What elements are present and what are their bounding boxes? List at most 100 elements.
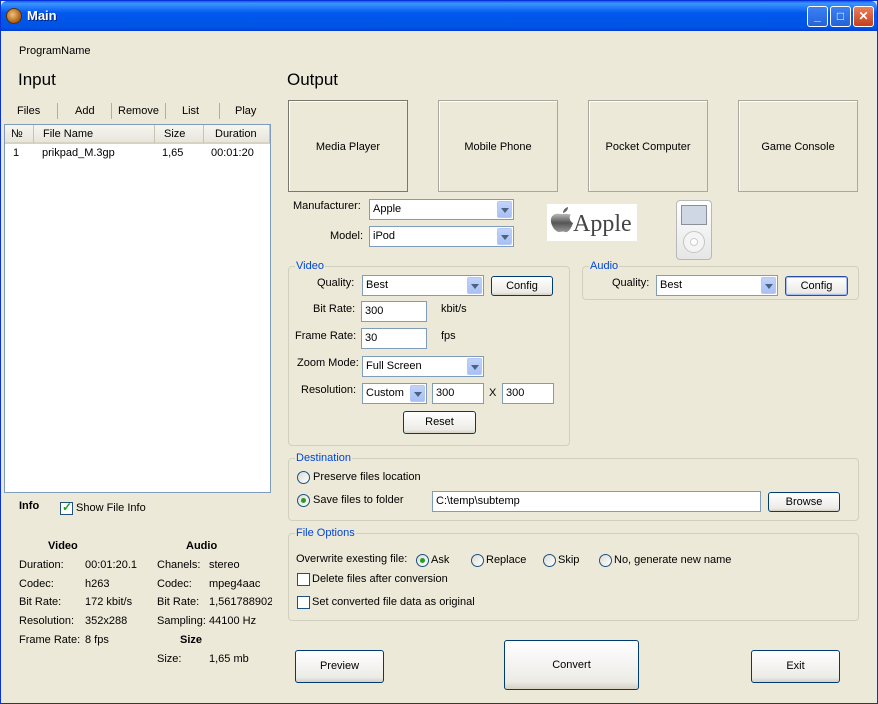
maximize-button[interactable]: □ <box>830 6 851 27</box>
audio-quality-label: Quality: <box>612 277 650 289</box>
set-converted-as-original-checkbox[interactable] <box>297 596 310 609</box>
delete-after-conversion-checkbox[interactable] <box>297 573 310 586</box>
chevron-down-icon[interactable] <box>497 201 512 218</box>
framerate-input[interactable]: 30 <box>361 328 427 349</box>
audio-sampling-label: Sampling: <box>157 615 206 627</box>
column-header-size[interactable]: Size <box>155 125 204 144</box>
apple-icon: Apple <box>550 207 632 237</box>
apple-logo: Apple <box>547 204 637 241</box>
info-size-heading: Size <box>180 634 203 646</box>
set-converted-as-original-label[interactable]: Set converted file data as original <box>312 596 475 608</box>
manufacturer-value: Apple <box>373 203 402 215</box>
audio-sampling-value: 44100 Hz <box>209 615 257 627</box>
audio-quality-value: Best <box>660 279 683 291</box>
bitrate-label: Bit Rate: <box>313 303 356 315</box>
mobile-phone-button[interactable]: Mobile Phone <box>438 100 558 192</box>
play-button[interactable]: Play <box>235 105 256 117</box>
main-window: Main _ □ ✕ ProgramName Input Files Add R… <box>0 0 878 704</box>
overwrite-replace-radio[interactable] <box>471 554 484 567</box>
remove-button[interactable]: Remove <box>118 105 159 117</box>
output-heading: Output <box>287 70 339 89</box>
audio-config-button[interactable]: Config <box>785 276 848 296</box>
manufacturer-select[interactable]: Apple <box>369 199 514 220</box>
video-group-title: Video <box>295 260 325 272</box>
folder-path-input[interactable]: C:\temp\subtemp <box>432 491 761 512</box>
video-quality-select[interactable]: Best <box>362 275 484 296</box>
resolution-height-input[interactable]: 300 <box>502 383 554 404</box>
toolbar-divider <box>219 103 220 119</box>
overwrite-replace-label[interactable]: Replace <box>486 554 526 566</box>
exit-button[interactable]: Exit <box>751 650 840 683</box>
save-to-folder-label[interactable]: Save files to folder <box>313 494 404 506</box>
delete-after-conversion-label[interactable]: Delete files after conversion <box>312 573 448 585</box>
toolbar-divider <box>111 103 112 119</box>
chevron-down-icon[interactable] <box>467 358 482 375</box>
add-button[interactable]: Add <box>75 105 95 117</box>
preserve-location-radio[interactable] <box>297 471 310 484</box>
video-codec-value: h263 <box>85 578 110 590</box>
game-console-button[interactable]: Game Console <box>738 100 858 192</box>
overwrite-ask-radio[interactable] <box>416 554 429 567</box>
show-file-info-checkbox[interactable] <box>60 500 73 515</box>
model-label: Model: <box>330 230 364 242</box>
zoom-mode-select[interactable]: Full Screen <box>362 356 484 377</box>
resolution-mode-value: Custom <box>366 387 404 399</box>
row-file-name: prikpad_M.3gp <box>42 147 115 159</box>
info-video-heading: Video <box>48 540 78 552</box>
browse-button[interactable]: Browse <box>768 492 840 512</box>
preserve-location-label[interactable]: Preserve files location <box>313 471 421 483</box>
title-bar[interactable]: Main _ □ ✕ <box>1 1 877 31</box>
video-framerate-value: 8 fps <box>85 634 109 646</box>
model-select[interactable]: iPod <box>369 226 514 247</box>
chevron-down-icon[interactable] <box>467 277 482 294</box>
audio-bitrate-label: Bit Rate: <box>157 596 200 608</box>
zoom-mode-label: Zoom Mode: <box>297 357 359 369</box>
toolbar-divider <box>165 103 166 119</box>
app-icon <box>6 8 22 24</box>
overwrite-generate-name-radio[interactable] <box>599 554 612 567</box>
chevron-down-icon[interactable] <box>761 277 776 294</box>
overwrite-skip-radio[interactable] <box>543 554 556 567</box>
column-header-file-name[interactable]: File Name <box>34 125 155 144</box>
row-size: 1,65 <box>162 147 184 159</box>
resolution-width-input[interactable]: 300 <box>432 383 484 404</box>
bitrate-input[interactable]: 300 <box>361 301 427 322</box>
program-name: ProgramName <box>19 45 91 57</box>
list-button[interactable]: List <box>182 105 199 117</box>
video-config-button[interactable]: Config <box>491 276 553 296</box>
files-menu[interactable]: Files <box>17 105 40 117</box>
save-to-folder-radio[interactable] <box>297 494 310 507</box>
window-title: Main <box>27 8 57 23</box>
overwrite-generate-name-label[interactable]: No, generate new name <box>614 554 731 566</box>
video-framerate-label: Frame Rate: <box>19 634 81 646</box>
reset-button[interactable]: Reset <box>403 411 476 434</box>
video-duration-label: Duration: <box>19 559 64 571</box>
video-bitrate-label: Bit Rate: <box>19 596 62 608</box>
resolution-mode-select[interactable]: Custom <box>362 383 427 404</box>
close-button[interactable]: ✕ <box>853 6 874 27</box>
file-list[interactable]: № File Name Size Duration 1 prikpad_M.3g… <box>4 124 271 493</box>
ipod-center-button <box>690 238 698 246</box>
audio-quality-select[interactable]: Best <box>656 275 778 296</box>
column-header-duration[interactable]: Duration <box>204 125 270 144</box>
resolution-x-label: X <box>489 387 497 399</box>
audio-group-title: Audio <box>589 260 620 272</box>
zoom-mode-value: Full Screen <box>366 360 422 372</box>
chevron-down-icon[interactable] <box>497 228 512 245</box>
minimize-button[interactable]: _ <box>807 6 828 27</box>
show-file-info-label[interactable]: Show File Info <box>76 502 146 514</box>
audio-channels-label: Chanels: <box>157 559 201 571</box>
overwrite-ask-label[interactable]: Ask <box>431 554 449 566</box>
convert-button[interactable]: Convert <box>504 640 639 690</box>
chevron-down-icon[interactable] <box>410 385 425 402</box>
video-quality-value: Best <box>366 279 389 291</box>
audio-bitrate-value: 1,561788902 <box>209 596 272 608</box>
column-header-number[interactable]: № <box>5 125 34 144</box>
info-audio-heading: Audio <box>186 540 218 552</box>
media-player-button[interactable]: Media Player <box>288 100 408 192</box>
overwrite-skip-label[interactable]: Skip <box>558 554 579 566</box>
video-quality-label: Quality: <box>317 277 355 289</box>
preview-button[interactable]: Preview <box>295 650 384 683</box>
destination-group-title: Destination <box>295 452 353 464</box>
pocket-computer-button[interactable]: Pocket Computer <box>588 100 708 192</box>
